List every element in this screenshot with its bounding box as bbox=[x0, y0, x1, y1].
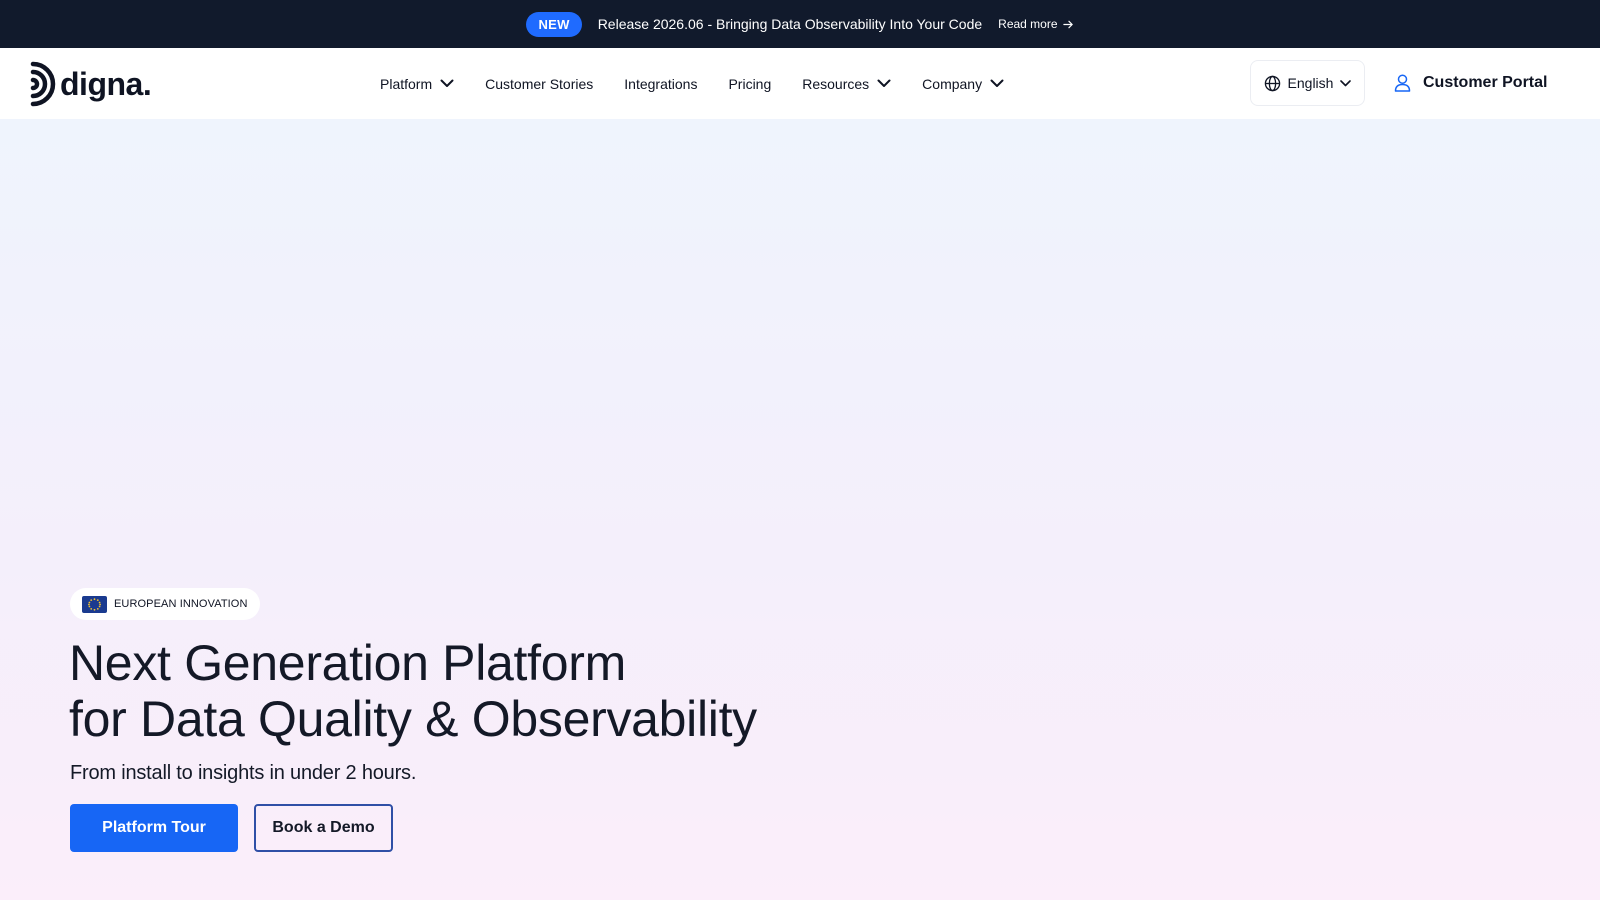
hero-subheadline: From install to insights in under 2 hour… bbox=[70, 762, 417, 784]
badge-label: EUROPEAN INNOVATION bbox=[114, 598, 248, 610]
nav-item-integrations[interactable]: Integrations bbox=[624, 76, 697, 92]
nav-item-label: Integrations bbox=[624, 75, 698, 92]
user-icon bbox=[1394, 74, 1411, 92]
digna-logo[interactable]: digna. bbox=[30, 60, 152, 108]
chevron-down-icon bbox=[877, 79, 891, 87]
nav-item-resources[interactable]: Resources bbox=[802, 76, 891, 92]
eu-flag-icon bbox=[82, 595, 107, 613]
european-innovation-badge: EUROPEAN INNOVATION bbox=[70, 588, 260, 620]
headline-line-1: Next Generation Platform bbox=[69, 635, 626, 691]
hero-headline: Next Generation Platform for Data Qualit… bbox=[69, 635, 757, 747]
main-navbar: digna. Platform Customer Stories Integra… bbox=[0, 48, 1600, 119]
nav-item-label: Platform bbox=[380, 75, 433, 92]
read-more-link[interactable]: Read more bbox=[998, 17, 1073, 31]
logo-mark-icon bbox=[30, 61, 56, 107]
customer-portal-label: Customer Portal bbox=[1423, 74, 1548, 91]
new-badge: NEW bbox=[526, 11, 582, 37]
platform-tour-button[interactable]: Platform Tour bbox=[70, 804, 238, 852]
headline-line-2: for Data Quality & Observability bbox=[69, 691, 757, 747]
chevron-down-icon bbox=[990, 79, 1004, 87]
arrow-right-icon bbox=[1062, 20, 1073, 28]
customer-portal-link[interactable]: Customer Portal bbox=[1394, 60, 1547, 106]
language-label: English bbox=[1287, 75, 1334, 91]
nav-item-pricing[interactable]: Pricing bbox=[728, 76, 771, 92]
nav-item-company[interactable]: Company bbox=[922, 76, 1004, 92]
nav-item-label: Customer Stories bbox=[485, 75, 594, 92]
language-selector[interactable]: English bbox=[1250, 60, 1365, 106]
chevron-down-icon bbox=[440, 79, 454, 87]
nav-item-label: Pricing bbox=[728, 75, 772, 92]
read-more-label: Read more bbox=[998, 17, 1058, 31]
nav-item-label: Resources bbox=[802, 75, 870, 92]
hero-section: EUROPEAN INNOVATION Next Generation Plat… bbox=[0, 119, 1600, 900]
nav-item-label: Company bbox=[922, 75, 983, 92]
nav-item-platform[interactable]: Platform bbox=[380, 76, 454, 92]
primary-menu: Platform Customer Stories Integrations P… bbox=[380, 48, 1004, 119]
book-demo-button[interactable]: Book a Demo bbox=[254, 804, 393, 852]
globe-icon bbox=[1264, 75, 1280, 91]
nav-item-customer-stories[interactable]: Customer Stories bbox=[485, 76, 593, 92]
announcement-message[interactable]: Release 2026.06 - Bringing Data Observab… bbox=[598, 16, 982, 32]
announcement-bar: NEW Release 2026.06 - Bringing Data Obse… bbox=[0, 0, 1600, 48]
chevron-down-icon bbox=[1340, 79, 1352, 86]
logo-wordmark: digna. bbox=[60, 65, 152, 102]
